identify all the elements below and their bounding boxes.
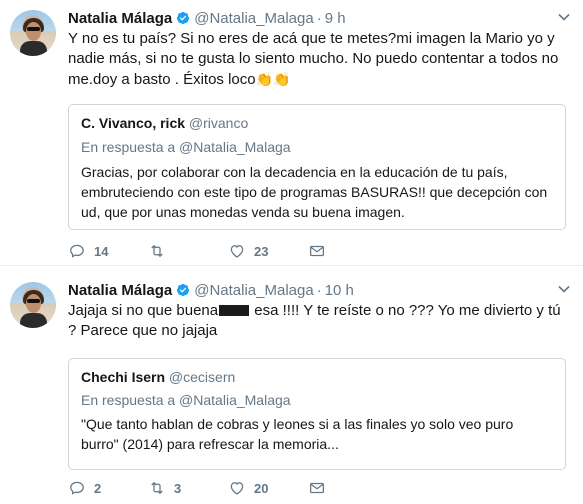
clapping-hands-icon: 👏👏 [255, 71, 291, 87]
quote-text: Gracias, por colaborar con la decadencia… [81, 164, 548, 220]
verified-badge-icon [177, 11, 190, 25]
direct-message-button[interactable] [308, 479, 326, 497]
like-button[interactable]: 20 [228, 479, 308, 497]
like-count: 20 [254, 480, 269, 496]
reply-icon [70, 481, 84, 495]
chevron-down-icon[interactable] [557, 282, 571, 296]
retweet-button[interactable] [148, 242, 228, 260]
separator-dot: · [316, 281, 322, 299]
like-count: 23 [254, 243, 269, 259]
reply-context: En respuesta a @Natalia_Malaga [81, 139, 291, 155]
avatar[interactable] [10, 282, 56, 328]
heart-icon [230, 245, 244, 258]
reply-count: 2 [94, 480, 102, 496]
author-name[interactable]: Natalia Málaga [68, 282, 172, 299]
reply-context: En respuesta a @Natalia_Malaga [81, 392, 291, 408]
author-name[interactable]: Natalia Málaga [68, 10, 172, 27]
retweet-icon [151, 244, 163, 258]
quote-header: Chechi Isern @cecisern [81, 369, 235, 385]
tweet-actions: 2 3 20 [68, 478, 326, 498]
retweet-icon [151, 481, 163, 495]
redacted-word [219, 305, 250, 316]
quote-text: "Que tanto hablan de cobras y leones si … [81, 416, 514, 452]
quoted-tweet[interactable]: Chechi Isern @cecisern En respuesta a @N… [68, 358, 566, 470]
retweet-count: 3 [174, 480, 182, 496]
tweet-text: Jajaja si no que buena esa !!!! Y te reí… [68, 301, 573, 341]
like-button[interactable]: 23 [228, 242, 308, 260]
verified-badge-icon [177, 283, 190, 297]
tweet[interactable]: Natalia Málaga @Natalia_Malaga · 9 h Y n… [0, 0, 583, 266]
tweet[interactable]: Natalia Málaga @Natalia_Malaga · 10 h Ja… [0, 266, 583, 504]
quoted-tweet[interactable]: C. Vivanco, rick @rivanco En respuesta a… [68, 104, 566, 230]
quote-header: C. Vivanco, rick @rivanco [81, 115, 248, 131]
reply-icon [70, 244, 84, 258]
tweet-text-part: Jajaja si no que buena [68, 302, 219, 319]
author-handle[interactable]: @Natalia_Malaga [194, 282, 313, 299]
tweet-header: Natalia Málaga @Natalia_Malaga · 9 h [68, 8, 346, 28]
tweet-actions: 14 23 [68, 241, 326, 261]
envelope-icon [309, 482, 325, 494]
quote-author-handle: @cecisern [168, 369, 236, 385]
tweet-text-body: Y no es tu país? Si no eres de acá que t… [68, 30, 559, 88]
chevron-down-icon[interactable] [557, 10, 571, 24]
retweet-button[interactable]: 3 [148, 479, 228, 497]
heart-icon [230, 482, 244, 495]
avatar[interactable] [10, 10, 56, 56]
quote-author-name: Chechi Isern [81, 369, 166, 385]
reply-count: 14 [94, 243, 109, 259]
reply-button[interactable]: 14 [68, 242, 148, 260]
direct-message-button[interactable] [308, 242, 326, 260]
timestamp[interactable]: 10 h [325, 282, 354, 299]
timestamp[interactable]: 9 h [325, 10, 346, 27]
tweet-text: Y no es tu país? Si no eres de acá que t… [68, 29, 573, 90]
reply-button[interactable]: 2 [68, 479, 148, 497]
author-handle[interactable]: @Natalia_Malaga [194, 10, 313, 27]
quote-author-name: C. Vivanco, rick [81, 115, 186, 131]
separator-dot: · [316, 9, 322, 27]
quote-author-handle: @rivanco [188, 115, 249, 131]
envelope-icon [309, 245, 325, 257]
tweet-header: Natalia Málaga @Natalia_Malaga · 10 h [68, 280, 354, 300]
